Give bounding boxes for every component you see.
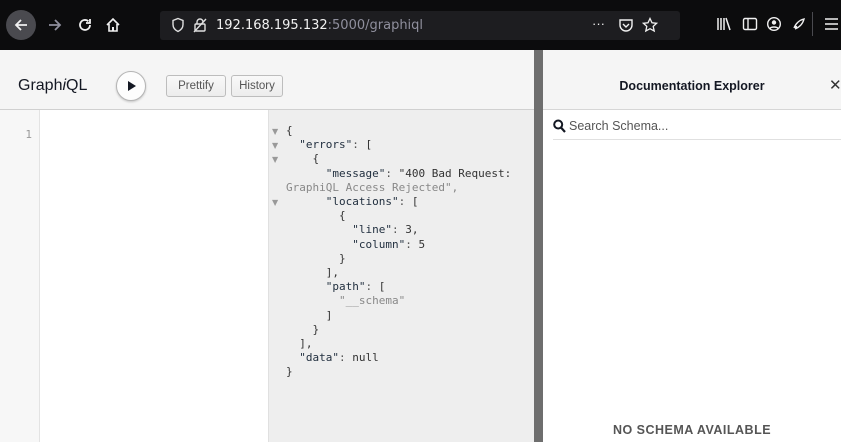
account-icon [766, 16, 782, 32]
pocket-icon[interactable] [618, 17, 634, 33]
home-icon [106, 17, 120, 32]
doc-title: Documentation Explorer [619, 79, 765, 93]
response-line: ], [286, 337, 313, 351]
library-button[interactable] [712, 12, 736, 36]
response-json: { "errors": [ { "message": "400 Bad Requ… [286, 124, 511, 380]
response-line: } [286, 251, 346, 265]
fold-marker[interactable]: ▼ [272, 141, 278, 150]
response-line: } [286, 322, 320, 336]
prettify-button[interactable]: Prettify [166, 75, 226, 97]
back-button[interactable] [6, 10, 36, 40]
url-path: :5000/graphiql [327, 18, 424, 33]
fold-marker[interactable]: ▼ [272, 155, 278, 164]
title-prefix: Graph [18, 77, 63, 94]
url-text[interactable]: 192.168.195.132:5000/graphiql [216, 18, 423, 33]
shield-icon[interactable] [170, 17, 186, 33]
fold-marker[interactable]: ▼ [272, 198, 278, 207]
no-schema-message: NO SCHEMA AVAILABLE [612, 423, 772, 437]
schema-search [553, 116, 841, 140]
fold-marker[interactable]: ▼ [272, 127, 278, 136]
library-icon [717, 17, 731, 31]
insecure-lock-icon[interactable] [192, 17, 208, 33]
response-line: } [286, 365, 293, 379]
documentation-explorer: Documentation Explorer ✕ NO SCHEMA AVAIL… [543, 50, 841, 442]
close-docs-button[interactable]: ✕ [829, 76, 841, 94]
forward-button[interactable] [42, 12, 68, 38]
response-line: { [286, 124, 293, 137]
toolbar-divider [812, 12, 813, 36]
query-editor[interactable]: 1 [0, 110, 268, 442]
menu-button[interactable] [822, 12, 840, 36]
response-line: "path": [ [325, 280, 386, 294]
response-line: "locations": [ [325, 195, 419, 209]
page-actions-button[interactable]: ··· [592, 16, 605, 31]
schema-search-input[interactable] [569, 116, 829, 136]
line-number-gutter: 1 [0, 110, 40, 442]
response-line: ] [286, 308, 333, 322]
arrow-right-icon [49, 19, 62, 31]
hamburger-icon [825, 18, 838, 30]
pane-resize-handle[interactable] [534, 50, 543, 442]
url-host: 192.168.195.132 [216, 18, 328, 33]
reload-button[interactable] [72, 12, 98, 38]
response-line: "message": "400 Bad Request: [325, 166, 512, 180]
line-number: 1 [25, 128, 32, 141]
url-bar[interactable]: 192.168.195.132:5000/graphiql ··· [160, 11, 680, 40]
arrow-left-icon [14, 19, 27, 31]
response-line: "errors": [ [299, 138, 373, 152]
response-line: "data": null [299, 351, 379, 365]
execute-query-button[interactable] [116, 71, 146, 101]
bookmark-star-icon[interactable] [642, 17, 658, 33]
title-suffix: QL [66, 77, 88, 94]
graphiql-topbar: GraphiQL Prettify History [0, 50, 534, 110]
response-line: GraphiQL Access Rejected", [286, 180, 459, 194]
search-icon [553, 119, 566, 133]
history-button[interactable]: History [231, 75, 283, 97]
response-line: { [286, 152, 320, 166]
response-line: { [286, 209, 346, 223]
doc-header: Documentation Explorer ✕ [543, 50, 841, 110]
response-line: ], [286, 266, 339, 280]
account-button[interactable] [762, 12, 786, 36]
response-line: "line": 3, [352, 223, 419, 237]
result-viewer[interactable]: ▼ ▼ ▼ ▼ { "errors": [ { "message": "400 … [268, 110, 534, 442]
reload-icon [79, 19, 91, 31]
fold-gutter: ▼ ▼ ▼ ▼ [269, 110, 282, 442]
response-line: "column": 5 [352, 237, 426, 251]
extension-button[interactable] [787, 12, 811, 36]
sidebar-icon [742, 17, 758, 31]
home-button[interactable] [100, 12, 126, 38]
graphiql-title: GraphiQL [18, 77, 87, 95]
browser-toolbar: 192.168.195.132:5000/graphiql ··· [0, 0, 841, 50]
play-icon [128, 81, 136, 91]
response-line: "__schema" [286, 294, 406, 308]
sidebar-button[interactable] [738, 12, 762, 36]
extension-icon [793, 18, 805, 30]
